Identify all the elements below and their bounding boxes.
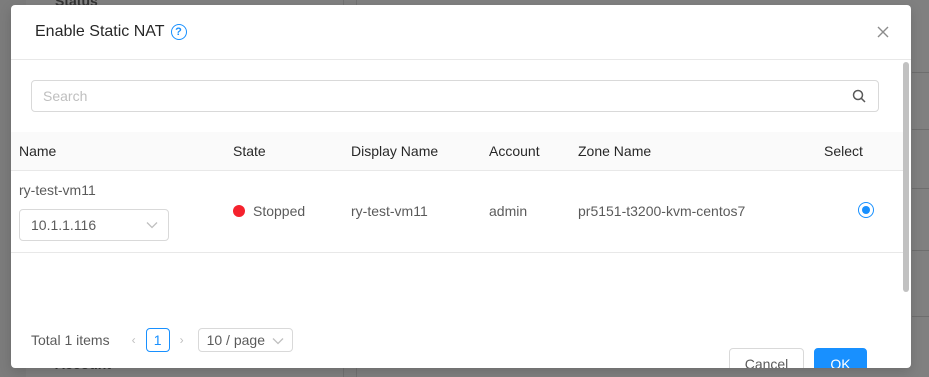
table-header-row: Name State Display Name Account Zone Nam… [11, 132, 903, 171]
cell-select [824, 170, 903, 252]
page-number[interactable]: 1 [145, 328, 170, 352]
cell-display-name: ry-test-vm11 [351, 203, 428, 219]
column-header-display-name[interactable]: Display Name [351, 132, 489, 171]
chevron-down-icon [146, 221, 158, 228]
pagination: Total 1 items ‹ 1 › 10 / page [31, 328, 293, 352]
cell-state: Stopped [233, 170, 351, 252]
enable-static-nat-modal: Enable Static NAT ? Name State Display N… [11, 5, 911, 368]
table-row[interactable]: ry-test-vm11 10.1.1.116 Stopped ry-test-… [11, 170, 903, 252]
close-icon[interactable] [875, 24, 891, 40]
modal-body: Name State Display Name Account Zone Nam… [11, 60, 911, 368]
column-header-state[interactable]: State [233, 132, 351, 171]
vm-name: ry-test-vm11 [19, 181, 96, 198]
ip-address-select[interactable]: 10.1.1.116 [19, 208, 169, 241]
search-box [31, 80, 879, 112]
ok-button[interactable]: OK [814, 348, 867, 368]
modal-header: Enable Static NAT ? [11, 5, 911, 60]
question-circle-icon[interactable]: ? [170, 24, 187, 40]
search-input[interactable] [32, 81, 878, 111]
background-divider [912, 250, 929, 251]
next-page-icon[interactable]: › [172, 333, 192, 347]
cell-zone-name: pr5151-t3200-kvm-centos7 [578, 203, 746, 219]
status-dot [233, 205, 245, 217]
total-items: Total 1 items [31, 332, 110, 348]
column-header-zone-name[interactable]: Zone Name [578, 132, 824, 171]
close-icon-glyph [877, 26, 889, 38]
background-divider [912, 188, 929, 189]
column-header-account[interactable]: Account [489, 132, 578, 171]
column-header-name[interactable]: Name [11, 132, 233, 171]
vm-table: Name State Display Name Account Zone Nam… [11, 132, 903, 253]
column-header-select: Select [824, 132, 903, 171]
select-radio[interactable] [858, 201, 874, 218]
vertical-scrollbar[interactable] [903, 62, 909, 292]
background-divider [912, 316, 929, 317]
cell-name: ry-test-vm11 10.1.1.116 [11, 170, 233, 252]
modal-title: Enable Static NAT [35, 23, 165, 40]
page-size-value: 10 / page [206, 332, 265, 348]
prev-page-icon[interactable]: ‹ [124, 333, 144, 347]
background-divider [912, 72, 929, 73]
cell-account: admin [489, 203, 528, 219]
page-size-select[interactable]: 10 / page [197, 328, 293, 352]
search-icon[interactable] [852, 89, 866, 103]
chevron-down-icon [272, 338, 284, 345]
cancel-button[interactable]: Cancel [729, 348, 804, 368]
state-text: Stopped [253, 203, 306, 219]
ip-address-value: 10.1.1.116 [31, 216, 97, 233]
background-divider [912, 129, 929, 130]
